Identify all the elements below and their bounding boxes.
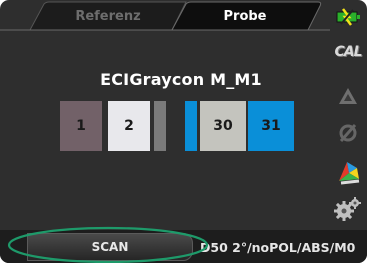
battery-connection-icon[interactable]: [333, 3, 363, 31]
tab-bar: Referenz Probe: [0, 0, 330, 32]
scan-button[interactable]: SCAN: [27, 233, 193, 261]
settings-gear-icon[interactable]: [333, 195, 363, 223]
patch-number: 1: [76, 118, 86, 134]
color-patch-1[interactable]: 1: [60, 101, 102, 151]
scan-button-label: SCAN: [91, 240, 129, 254]
patch-scroll-edge-left: [154, 101, 166, 151]
no-polarization-icon[interactable]: [333, 118, 363, 146]
calibration-icon[interactable]: CAL: [333, 38, 363, 66]
patch-number: 2: [124, 118, 134, 134]
tab-probe-label: Probe: [223, 9, 267, 24]
triangle-icon[interactable]: [333, 82, 363, 110]
patch-number: 30: [213, 118, 233, 134]
measurement-title: ECIGraycon M_M1: [100, 70, 262, 89]
color-patch-31[interactable]: 31: [248, 101, 294, 151]
tab-referenz[interactable]: Referenz: [28, 3, 188, 30]
patch-number: 31: [261, 118, 281, 134]
color-patch-30[interactable]: 30: [200, 101, 246, 151]
measurement-conditions-status: D50 2°/noPOL/ABS/M0: [200, 239, 356, 255]
calibration-label: CAL: [334, 44, 362, 60]
patch-scroll-edge-right: [185, 101, 197, 151]
color-wheel-icon[interactable]: [333, 158, 363, 186]
tab-referenz-label: Referenz: [75, 9, 141, 24]
color-patch-2[interactable]: 2: [108, 101, 150, 151]
tab-probe[interactable]: Probe: [180, 3, 310, 30]
instrument-screen: Referenz Probe ECIGraycon M_M1 1 2 30 31: [0, 0, 367, 263]
sidebar-icons: CAL: [329, 0, 367, 230]
